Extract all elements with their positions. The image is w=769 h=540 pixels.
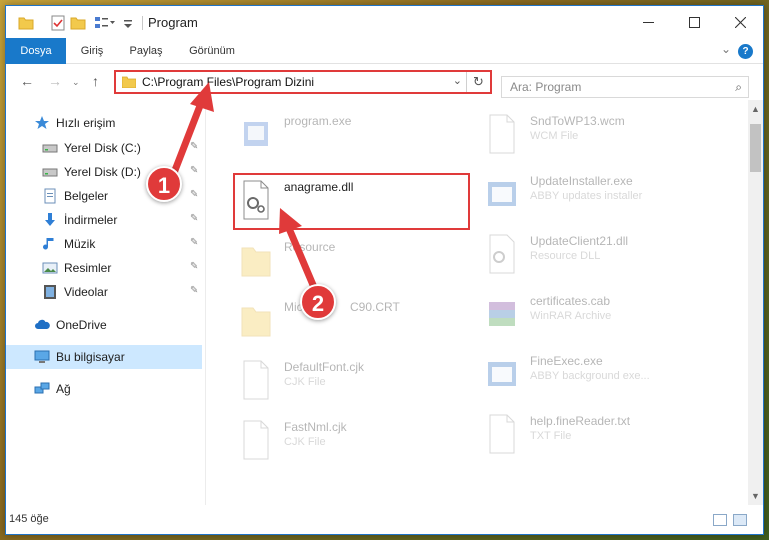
annotation-marker-1: 1: [146, 166, 182, 202]
annotation-arrows: [168, 82, 320, 296]
annotation-marker-2: 2: [300, 284, 336, 320]
